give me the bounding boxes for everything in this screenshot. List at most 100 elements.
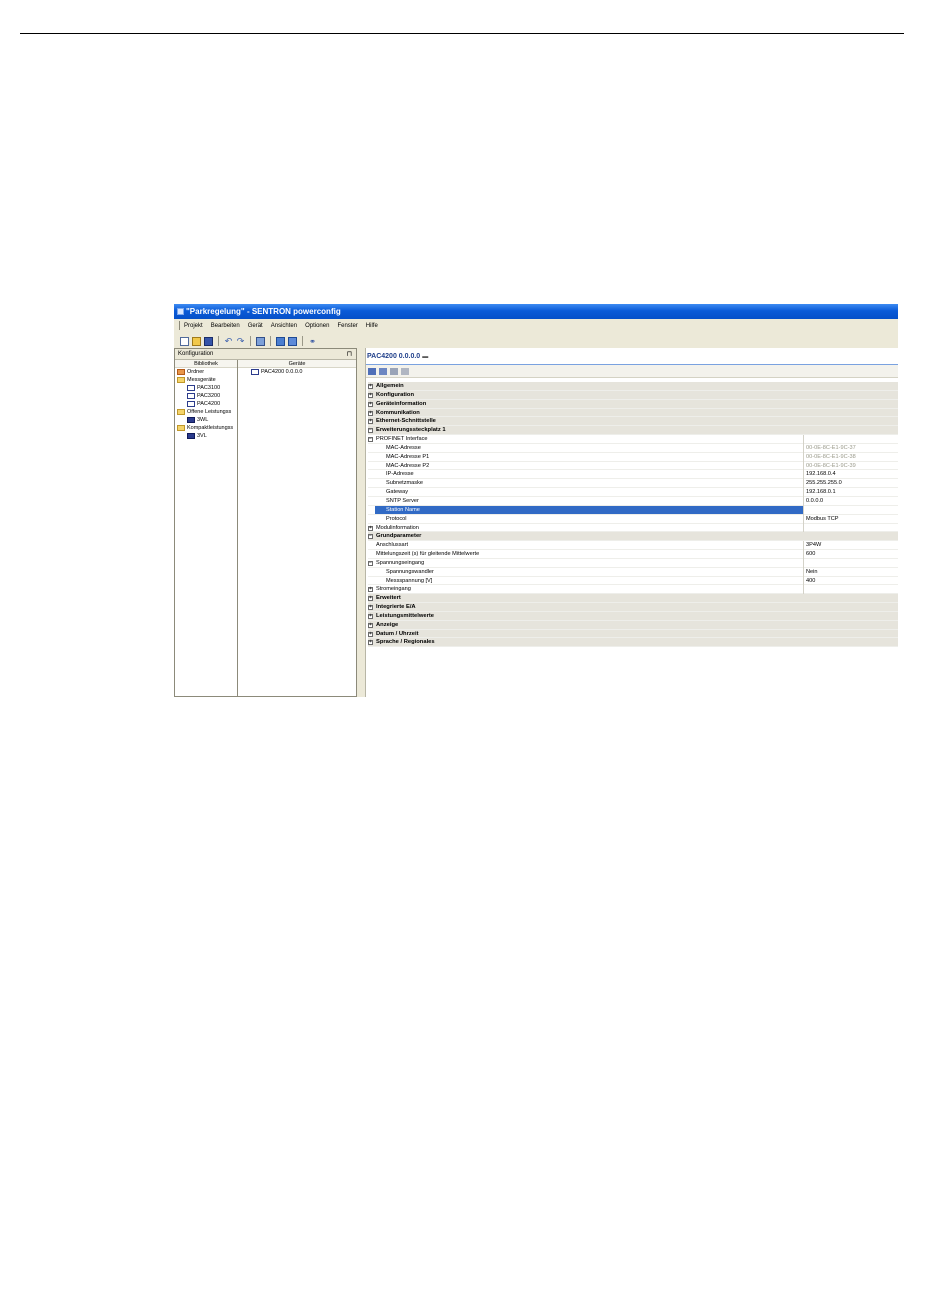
upload-icon[interactable] [276,336,285,346]
library-tree-item[interactable]: Ordner [175,368,237,376]
property-row[interactable]: Spannungswandler Nein [368,567,898,577]
undo-icon[interactable]: ↶ [224,336,233,346]
library-tree-item[interactable]: PAC3100 [175,384,237,392]
save-icon[interactable] [204,336,213,346]
property-category-row[interactable]: + Sprache / Regionales [368,638,898,648]
property-label: Sprache / Regionales [376,639,435,646]
property-category-row[interactable]: + Integrierte E/A [368,603,898,612]
property-value[interactable]: 192.168.0.1 [803,488,898,497]
menu-item-optionen[interactable]: Optionen [305,319,329,334]
property-category-row[interactable]: + Konfiguration [368,390,898,400]
property-value[interactable]: Modbus TCP [803,514,898,524]
property-category-row[interactable]: + Erweitert [368,594,898,604]
property-row[interactable]: MAC-Adresse P1 00-0E-8C-E1-9C-38 [368,452,898,462]
property-value[interactable]: 00-0E-8C-E1-9C-37 [803,443,898,453]
expand-icon[interactable]: + [368,596,373,602]
property-category-row[interactable]: + Ethernet-Schnittstelle [368,417,898,427]
redo-icon[interactable]: ↷ [236,336,245,346]
property-value[interactable]: 400 [803,576,898,586]
download-icon[interactable] [288,336,297,346]
device-icon[interactable] [256,336,265,346]
menu-item-ger-t[interactable]: Gerät [248,319,263,334]
property-category-row[interactable]: + Geräteinformation [368,399,898,409]
property-value[interactable]: Nein [803,567,898,577]
pin-icon[interactable]: ⊓ [347,349,352,360]
property-value[interactable]: 3P4W [803,541,898,551]
library-tree-item[interactable]: PAC3200 [175,392,237,400]
property-category-row[interactable]: − Erweiterungssteckplatz 1 [368,426,898,436]
library-tree-item[interactable]: 3VL [175,432,237,440]
expand-icon[interactable]: + [368,419,373,425]
property-category-row[interactable]: + Kommunikation [368,408,898,418]
property-value[interactable] [803,435,898,444]
collapse-icon[interactable]: − [368,560,373,566]
property-value[interactable] [803,505,898,515]
link-icon[interactable]: ⚭ [308,337,317,346]
expand-icon[interactable]: + [368,401,373,407]
property-value[interactable]: 00-0E-8C-E1-9C-39 [803,461,898,471]
property-row[interactable]: Anschlussart 3P4W [368,541,898,551]
expand-icon[interactable]: + [368,525,373,531]
expand-icon[interactable]: + [368,631,373,637]
expand-icon[interactable]: + [368,410,373,416]
library-tree-item[interactable]: Kompaktleistungss [175,424,237,432]
property-value[interactable]: 255.255.255.0 [803,479,898,489]
menu-item-ansichten[interactable]: Ansichten [271,319,297,334]
panel-splitter[interactable] [357,348,366,697]
property-value[interactable]: 00-0E-8C-E1-9C-38 [803,452,898,462]
expand-icon[interactable]: + [368,640,373,646]
property-label: Protocol [386,515,407,522]
property-value[interactable] [803,523,898,533]
property-value[interactable]: 0.0.0.0 [803,496,898,506]
property-row[interactable]: SNTP Server 0.0.0.0 [368,496,898,506]
collapse-icon[interactable]: − [368,428,373,434]
property-value[interactable] [803,585,898,595]
property-category-row[interactable]: + Allgemein [368,382,898,391]
property-category-row[interactable]: + Datum / Uhrzeit [368,629,898,639]
expand-icon[interactable]: + [368,613,373,619]
property-category-row[interactable]: − Grundparameter [368,532,898,542]
menu-item-projekt[interactable]: Projekt [184,319,203,334]
collapse-all-icon[interactable] [379,367,387,375]
property-value[interactable] [803,558,898,568]
collapse-icon[interactable]: − [368,437,373,443]
expand-icon[interactable]: + [368,587,373,593]
expand-icon[interactable]: + [368,384,373,389]
library-tree-item[interactable]: 3WL [175,416,237,424]
property-row[interactable]: MAC-Adresse P2 00-0E-8C-E1-9C-39 [368,461,898,471]
property-row[interactable]: Gateway 192.168.0.1 [368,488,898,497]
new-icon[interactable] [180,336,189,346]
property-row[interactable]: − PROFINET Interface [368,435,898,444]
property-row[interactable]: − Spannungseingang [368,558,898,568]
property-row[interactable]: Protocol Modbus TCP [368,514,898,524]
property-row[interactable]: + Modulinformation [368,523,898,533]
open-icon[interactable] [192,336,201,346]
device-tree-item[interactable]: PAC4200 0.0.0.0 [238,368,356,376]
expand-icon[interactable]: + [368,605,373,611]
property-row[interactable]: MAC-Adresse 00-0E-8C-E1-9C-37 [368,443,898,453]
property-row[interactable]: Station Name [368,505,898,515]
property-value[interactable]: 192.168.0.4 [803,470,898,480]
property-category-row[interactable]: + Anzeige [368,620,898,630]
property-row[interactable]: IP-Adresse 192.168.0.4 [368,470,898,480]
library-tree-item[interactable]: Messgeräte [175,376,237,384]
property-row[interactable]: Subnetzmaske 255.255.255.0 [368,479,898,489]
close-icon[interactable]: ▬ [422,354,428,360]
menu-item-fenster[interactable]: Fenster [337,319,357,334]
menu-item-bearbeiten[interactable]: Bearbeiten [211,319,240,334]
property-row[interactable]: Mittelungszeit (s) für gleitende Mittelw… [368,550,898,559]
expand-all-icon[interactable] [368,367,376,375]
send-icon[interactable] [390,367,398,375]
expand-icon[interactable]: + [368,622,373,628]
expand-icon[interactable]: + [368,392,373,398]
library-tree-item[interactable]: Offene Leistungss [175,408,237,416]
property-category-row[interactable]: + Leistungsmittelwerte [368,611,898,621]
property-value[interactable]: 600 [803,550,898,559]
menu-item-hilfe[interactable]: Hilfe [366,319,378,334]
collapse-icon[interactable]: − [368,534,373,540]
print-icon[interactable] [401,367,409,375]
folder-icon [177,369,185,375]
library-tree-item[interactable]: PAC4200 [175,400,237,408]
property-row[interactable]: + Stromeingang [368,585,898,595]
property-row[interactable]: Messspannung [V] 400 [368,576,898,586]
